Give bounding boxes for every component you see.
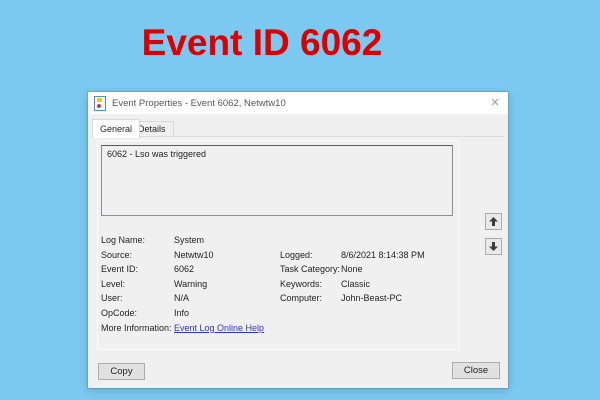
dialog-title: Event Properties - Event 6062, Netwtw10 [112,97,286,109]
next-event-button[interactable] [485,238,502,255]
dialog-titlebar: Event Properties - Event 6062, Netwtw10 … [88,92,508,114]
field-computer: Computer: John-Beast-PC [280,291,452,306]
field-label: User: [101,293,123,304]
field-value: John-Beast-PC [341,293,403,304]
field-label: Computer: [280,293,323,304]
tab-general[interactable]: General [92,119,141,138]
field-value: 8/6/2021 8:14:38 PM [341,249,425,260]
close-button[interactable]: Close [452,362,500,379]
field-label: Logged: [280,249,313,260]
field-value: Netwtw10 [174,249,214,260]
up-arrow-icon [489,217,498,226]
event-viewer-log-icon [94,96,106,111]
page-title: Event ID 6062 [141,22,383,63]
event-description-text: 6062 - Lso was triggered [107,149,207,159]
field-label: Keywords: [280,278,323,289]
field-label: More Information: [101,322,172,333]
field-value: 6062 [174,264,195,275]
field-more-information: More Information: Event Log Online Help [101,321,341,336]
down-arrow-icon [489,242,498,251]
event-log-online-help-link[interactable]: Event Log Online Help [174,321,264,336]
field-log-name: Log Name: System [101,233,341,248]
copy-button[interactable]: Copy [98,363,145,380]
field-task-category: Task Category:None [280,262,452,277]
field-label: Event ID: [101,264,139,275]
field-label: Log Name: [101,235,146,245]
field-value: Classic [341,278,371,289]
field-label: OpCode: [101,307,138,318]
close-icon[interactable]: ✕ [482,92,508,114]
field-value: None [341,264,363,275]
field-value: Info [174,307,190,318]
previous-event-button[interactable] [485,213,502,230]
general-tab-panel: 6062 - Lso was triggered Log Name: System… [97,140,459,350]
field-label: Task Category: [280,264,341,275]
event-properties-dialog: Event Properties - Event 6062, Netwtw10 … [88,92,508,388]
field-logged: Logged: 8/6/2021 8:14:38 PM [280,248,452,263]
field-value: N/A [174,293,190,304]
field-value: System [174,235,205,245]
field-keywords: Keywords: Classic [280,277,452,292]
field-opcode: OpCode: Info [101,306,341,321]
event-fields-right: Logged: 8/6/2021 8:14:38 PM Task Category… [280,248,452,306]
field-label: Source: [101,249,133,260]
event-description-box[interactable]: 6062 - Lso was triggered [101,145,453,216]
field-value: Warning [174,278,208,289]
field-label: Level: [101,278,126,289]
tab-divider [92,136,504,137]
